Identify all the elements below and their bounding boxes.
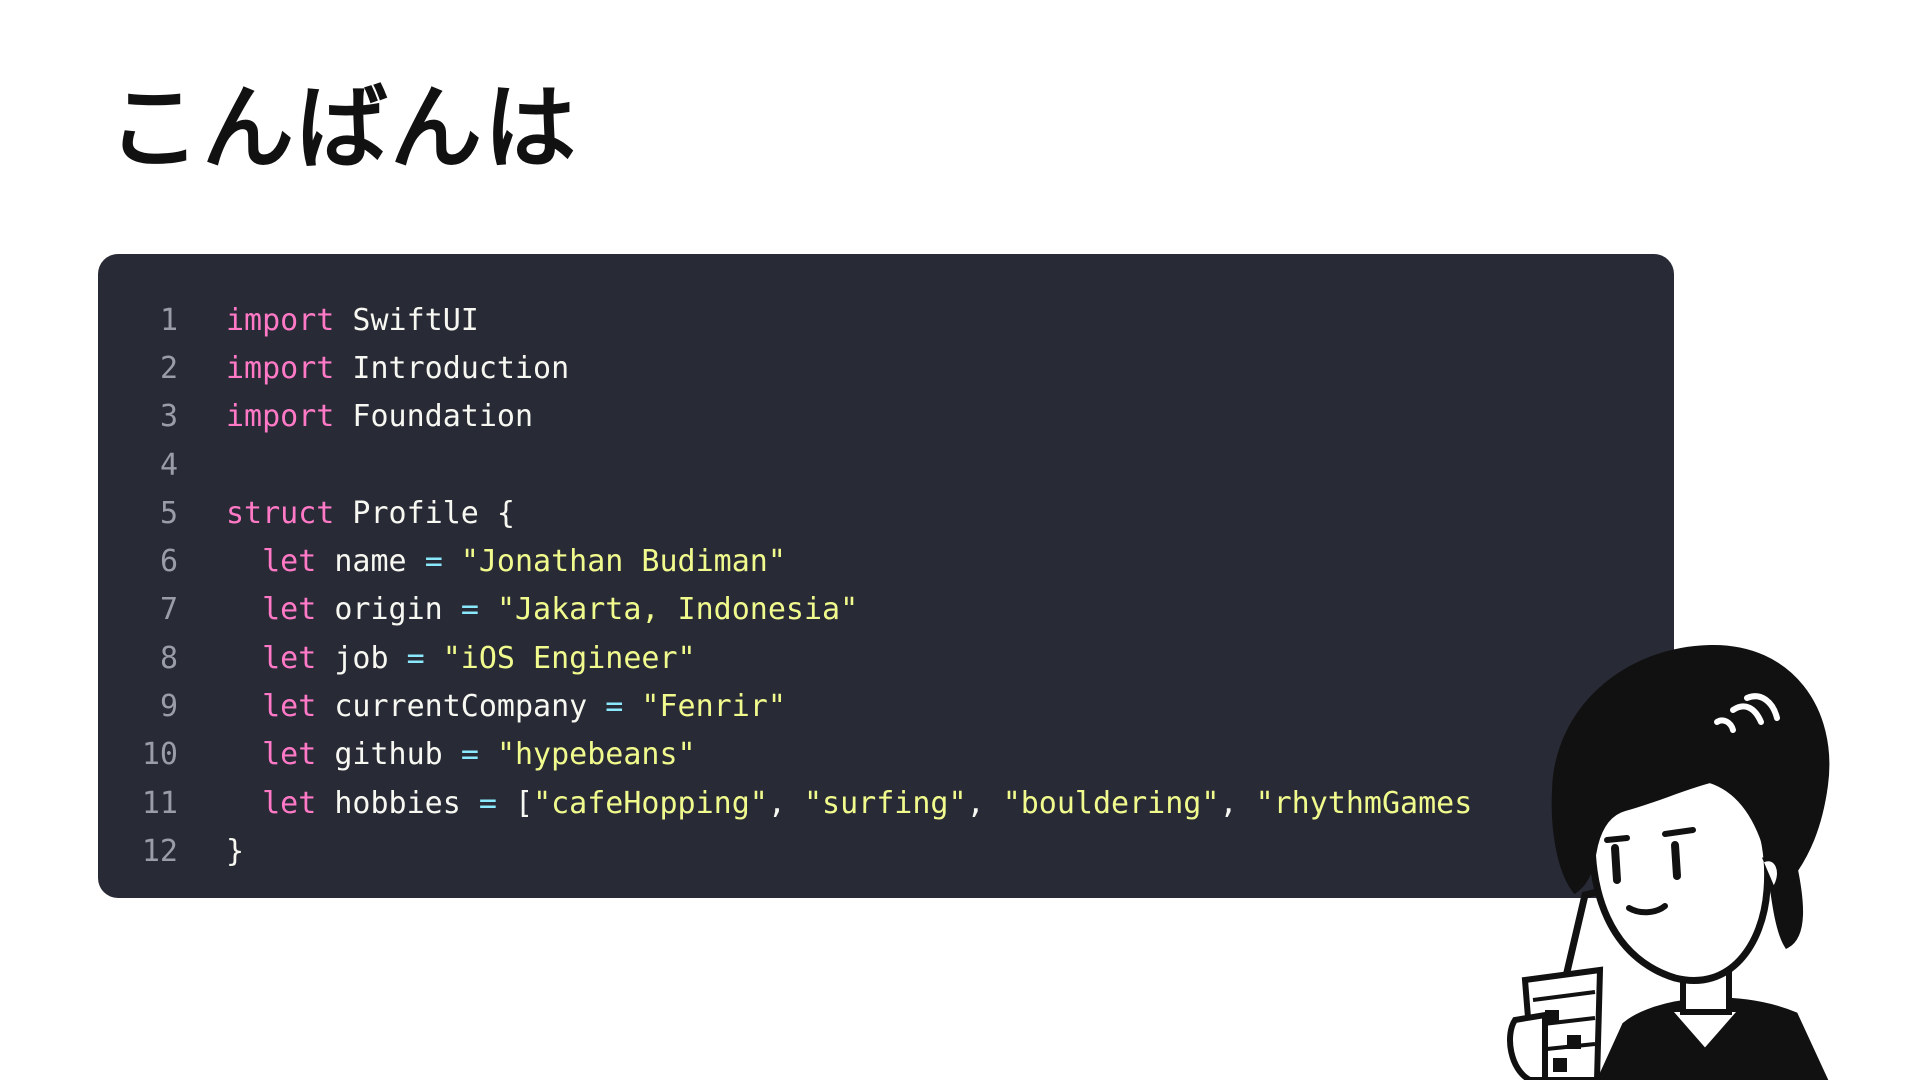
line-number: 7 bbox=[159, 592, 178, 628]
code-token-keyword: import bbox=[226, 399, 335, 435]
code-token-operator: = bbox=[460, 592, 479, 628]
line-number: 12 bbox=[141, 833, 178, 869]
code-token-ident: Profile { bbox=[334, 495, 515, 531]
code-token-ident bbox=[443, 544, 461, 579]
code-token-ident bbox=[479, 737, 497, 772]
code-token-keyword: let bbox=[262, 785, 317, 821]
slide: こんばんは 1 import SwiftUI 2 import Introductio… bbox=[0, 0, 1920, 1080]
code-token-ident bbox=[425, 641, 443, 676]
line-code: import Foundation bbox=[226, 399, 533, 434]
code-lines: 1 import SwiftUI 2 import Introduction 3 impo… bbox=[98, 296, 1674, 876]
code-token-ident: currentCompany bbox=[316, 689, 606, 725]
line-code: let name = "Jonathan Budiman" bbox=[226, 544, 786, 579]
code-token-keyword: import bbox=[226, 350, 335, 386]
code-token-keyword: let bbox=[262, 640, 317, 676]
line-code: let job = "iOS Engineer" bbox=[226, 641, 696, 676]
code-line: 1 import SwiftUI bbox=[98, 296, 1674, 344]
code-block: 1 import SwiftUI 2 import Introduction 3 impo… bbox=[98, 254, 1674, 898]
code-token-punct: , bbox=[767, 785, 804, 821]
code-token-string: "surfing" bbox=[804, 785, 967, 821]
code-token-ident bbox=[226, 641, 262, 676]
code-token-ident bbox=[479, 592, 497, 627]
code-token-ident bbox=[226, 786, 262, 821]
line-code: let origin = "Jakarta, Indonesia" bbox=[226, 592, 858, 627]
code-token-ident: name bbox=[316, 544, 425, 580]
code-token-string: "Jakarta, Indonesia" bbox=[496, 592, 859, 628]
code-line: 2 import Introduction bbox=[98, 344, 1674, 392]
code-token-ident: } bbox=[226, 833, 245, 869]
code-line: 6 let name = "Jonathan Budiman" bbox=[98, 537, 1674, 585]
code-line: 7 let origin = "Jakarta, Indonesia" bbox=[98, 586, 1674, 634]
code-token-ident bbox=[226, 592, 262, 627]
code-line: 10 let github = "hypebeans" bbox=[98, 731, 1674, 779]
line-number: 6 bbox=[159, 544, 178, 580]
code-line: 5 struct Profile { bbox=[98, 489, 1674, 537]
code-token-keyword: let bbox=[262, 689, 317, 725]
code-token-string: "bouldering" bbox=[1002, 785, 1220, 821]
code-token-string: "Fenrir" bbox=[641, 689, 786, 725]
code-token-ident: github bbox=[316, 737, 461, 773]
line-number: 10 bbox=[141, 737, 178, 773]
code-token-keyword: let bbox=[262, 592, 317, 628]
line-number: 2 bbox=[159, 350, 178, 386]
code-token-ident bbox=[623, 689, 641, 724]
code-token-keyword: struct bbox=[226, 495, 335, 531]
line-number: 5 bbox=[159, 495, 178, 531]
code-token-operator: = bbox=[460, 737, 479, 773]
code-line: 4 bbox=[98, 441, 1674, 489]
code-token-ident: job bbox=[316, 640, 407, 676]
line-number: 8 bbox=[159, 640, 178, 676]
code-token-ident: origin bbox=[316, 592, 461, 628]
code-token-string: "hypebeans" bbox=[496, 737, 696, 773]
code-line: 11 let hobbies = ["cafeHopping", "surfin… bbox=[98, 779, 1674, 827]
line-number: 1 bbox=[159, 302, 178, 338]
avatar-illustration-icon bbox=[1507, 644, 1830, 1080]
line-code: import Introduction bbox=[226, 351, 569, 386]
line-code: let hobbies = ["cafeHopping", "surfing",… bbox=[226, 786, 1472, 821]
line-code: struct Profile { bbox=[226, 496, 515, 531]
code-line: 9 let currentCompany = "Fenrir" bbox=[98, 682, 1674, 730]
code-token-operator: = bbox=[605, 689, 624, 725]
code-line: 8 let job = "iOS Engineer" bbox=[98, 634, 1674, 682]
code-token-ident bbox=[226, 737, 262, 772]
code-token-keyword: let bbox=[262, 544, 317, 580]
slide-title: こんばんは bbox=[108, 75, 579, 182]
code-token-ident: SwiftUI bbox=[334, 302, 479, 338]
code-token-ident bbox=[226, 544, 262, 579]
code-token-keyword: let bbox=[262, 737, 317, 773]
code-token-operator: = bbox=[478, 785, 497, 821]
line-number: 9 bbox=[159, 689, 178, 725]
code-line: 12} bbox=[98, 827, 1674, 875]
code-token-ident: [ bbox=[496, 785, 534, 821]
code-token-ident: Foundation bbox=[334, 399, 534, 435]
code-token-string: "cafeHopping" bbox=[533, 785, 768, 821]
line-code: } bbox=[226, 834, 244, 869]
code-token-operator: = bbox=[406, 640, 425, 676]
code-token-string: "Jonathan Budiman" bbox=[460, 544, 786, 580]
code-token-ident: Introduction bbox=[334, 350, 570, 386]
code-token-ident: hobbies bbox=[316, 785, 479, 821]
line-code: import SwiftUI bbox=[226, 303, 479, 338]
line-code: let github = "hypebeans" bbox=[226, 737, 696, 772]
code-line: 3 import Foundation bbox=[98, 393, 1674, 441]
code-token-keyword: import bbox=[226, 302, 335, 338]
line-number: 4 bbox=[159, 447, 178, 483]
line-code: let currentCompany = "Fenrir" bbox=[226, 689, 786, 724]
code-token-string: "iOS Engineer" bbox=[442, 640, 696, 676]
line-number: 3 bbox=[159, 399, 178, 435]
line-number: 11 bbox=[141, 785, 178, 821]
code-token-punct: , bbox=[1219, 785, 1256, 821]
code-token-operator: = bbox=[424, 544, 443, 580]
code-token-punct: , bbox=[966, 785, 1003, 821]
code-token-string: "rhythmGames bbox=[1255, 785, 1473, 821]
code-token-ident bbox=[226, 689, 262, 724]
